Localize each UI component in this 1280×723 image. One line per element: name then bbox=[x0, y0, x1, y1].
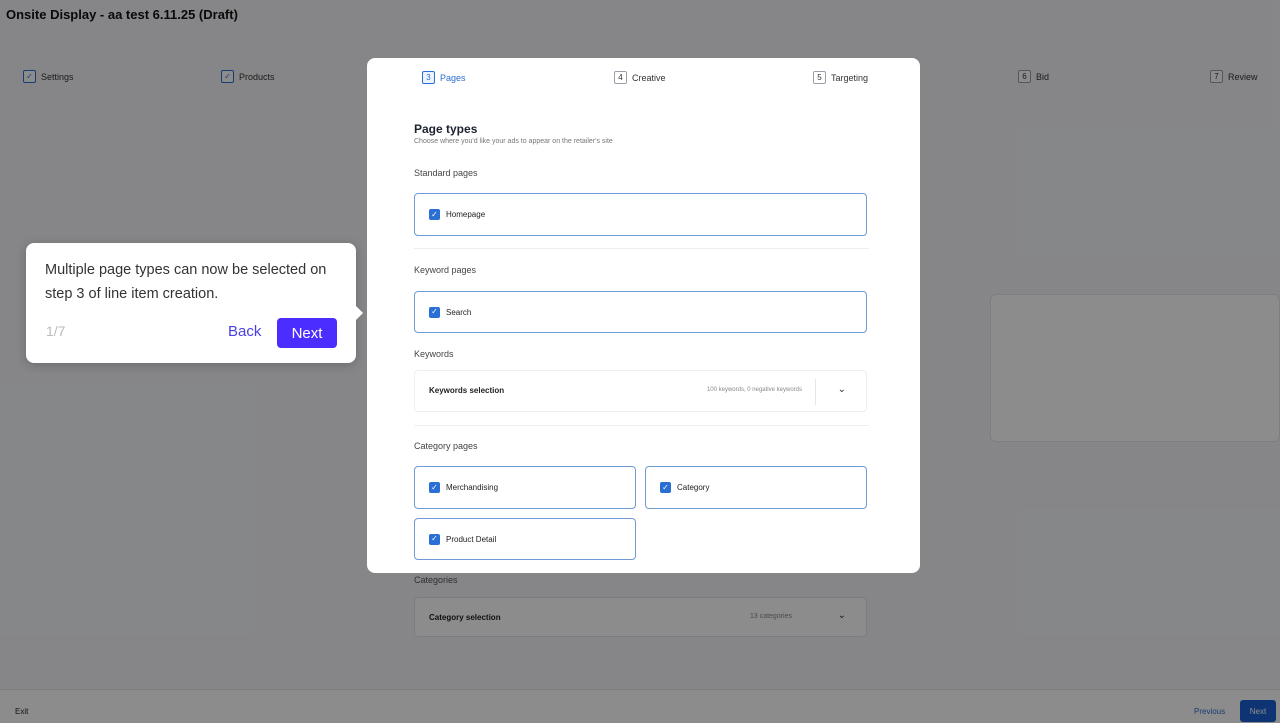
step-pages-label: Pages bbox=[440, 72, 466, 83]
page-types-title: Page types bbox=[414, 122, 478, 136]
divider bbox=[815, 379, 816, 405]
keywords-label: Keywords bbox=[414, 349, 454, 359]
search-option[interactable]: ✓ Search bbox=[414, 291, 867, 333]
tooltip-text: Multiple page types can now be selected … bbox=[45, 262, 327, 302]
merchandising-label: Merchandising bbox=[446, 483, 499, 492]
tooltip-step-count: 1/7 bbox=[46, 323, 66, 339]
step-targeting-label: Targeting bbox=[831, 72, 869, 83]
homepage-option[interactable]: ✓ Homepage bbox=[414, 193, 867, 236]
step-targeting[interactable]: 5 Targeting bbox=[813, 71, 868, 84]
keywords-selection-label: Keywords selection bbox=[429, 386, 505, 395]
keywords-selection-row[interactable]: Keywords selection 100 keywords, 0 negat… bbox=[414, 370, 867, 412]
tour-tooltip: Multiple page types can now be selected … bbox=[26, 243, 363, 363]
check-icon[interactable]: ✓ bbox=[660, 482, 671, 493]
chevron-down-icon[interactable]: ⌄ bbox=[838, 384, 846, 395]
product-detail-label: Product Detail bbox=[446, 534, 497, 544]
product-detail-option[interactable]: ✓ Product Detail bbox=[414, 518, 636, 560]
homepage-label: Homepage bbox=[446, 210, 486, 219]
step-creative-label: Creative bbox=[632, 72, 666, 83]
merchandising-option[interactable]: ✓ Merchandising bbox=[414, 466, 636, 509]
step-pages-number: 3 bbox=[422, 71, 435, 84]
standard-pages-label: Standard pages bbox=[414, 168, 478, 178]
category-label: Category bbox=[677, 483, 710, 492]
step-pages[interactable]: 3 Pages bbox=[422, 71, 466, 84]
check-icon[interactable]: ✓ bbox=[429, 533, 440, 545]
category-pages-label: Category pages bbox=[414, 441, 478, 451]
category-option[interactable]: ✓ Category bbox=[645, 466, 867, 509]
page-types-subtitle: Choose where you'd like your ads to appe… bbox=[414, 138, 613, 145]
check-icon[interactable]: ✓ bbox=[429, 482, 440, 493]
tooltip-next-button[interactable]: Next bbox=[277, 318, 337, 348]
page-types-panel: 3 Pages 4 Creative 5 Targeting Page type… bbox=[367, 58, 920, 573]
tooltip-back-button[interactable]: Back bbox=[228, 323, 261, 340]
search-label: Search bbox=[446, 307, 472, 317]
check-icon[interactable]: ✓ bbox=[429, 306, 440, 318]
step-creative-number: 4 bbox=[614, 71, 627, 84]
check-icon[interactable]: ✓ bbox=[429, 209, 440, 220]
divider bbox=[414, 425, 869, 426]
step-creative[interactable]: 4 Creative bbox=[614, 71, 666, 84]
divider bbox=[414, 248, 869, 249]
step-targeting-number: 5 bbox=[813, 71, 826, 84]
keywords-count: 100 keywords, 0 negative keywords bbox=[706, 387, 802, 393]
keyword-pages-label: Keyword pages bbox=[414, 265, 477, 275]
